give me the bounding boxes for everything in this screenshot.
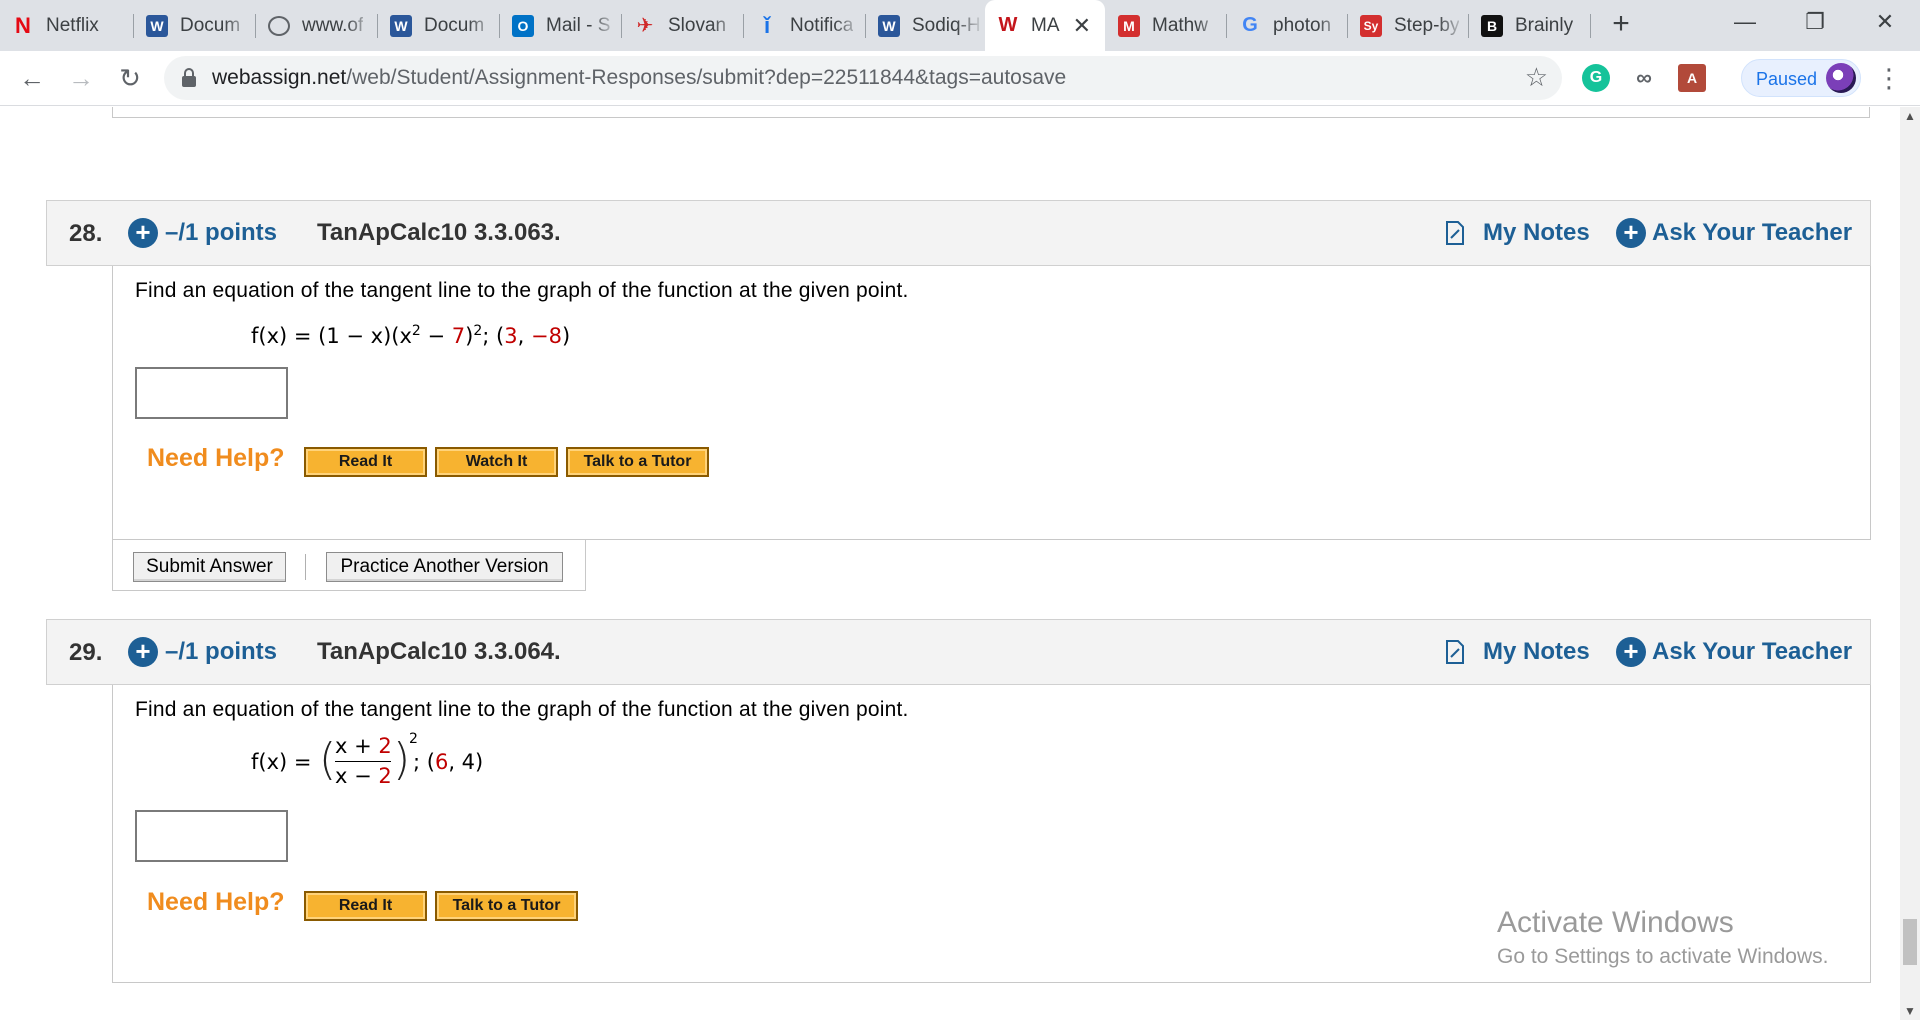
question-header-28: 28. + –/1 points TanApCalc10 3.3.063. My… [46, 200, 1871, 266]
tab-document-2[interactable]: W Docum [378, 0, 496, 51]
tab-mail[interactable]: O Mail - S [500, 0, 618, 51]
lock-icon [182, 68, 196, 88]
question-body-28: Find an equation of the tangent line to … [112, 266, 1871, 540]
plus-circle-icon[interactable]: + [128, 637, 158, 667]
watch-it-button[interactable]: Watch It [435, 447, 558, 477]
avatar [1826, 63, 1856, 93]
brainly-icon: B [1481, 14, 1503, 37]
answer-input[interactable] [135, 810, 288, 862]
question-prompt: Find an equation of the tangent line to … [135, 279, 909, 302]
points-link[interactable]: –/1 points [165, 638, 277, 666]
profile-button[interactable]: Paused [1741, 59, 1861, 97]
need-help-label: Need Help? [147, 444, 285, 472]
word-icon: W [390, 14, 412, 37]
page-content: 28. + –/1 points TanApCalc10 3.3.063. My… [0, 107, 1900, 1020]
tab-webassign-active[interactable]: W MA ✕ [985, 0, 1105, 51]
tab-notifications[interactable]: ǐ Notifica [744, 0, 862, 51]
netflix-icon: N [15, 12, 31, 38]
question-code: TanApCalc10 3.3.063. [317, 219, 561, 246]
tab-document-1[interactable]: W Docum [134, 0, 252, 51]
my-notes-link[interactable]: My Notes [1483, 638, 1590, 666]
answer-input[interactable] [135, 367, 288, 419]
word-icon: W [878, 14, 900, 37]
read-it-button[interactable]: Read It [304, 891, 427, 921]
read-it-button[interactable]: Read It [304, 447, 427, 477]
browser-window: N Netflix W Docum www.of W Docum O Mail … [0, 0, 1920, 1020]
close-window-button[interactable]: ✕ [1850, 0, 1920, 44]
question-number: 29. [69, 639, 103, 666]
bookmark-star-icon[interactable]: ☆ [1525, 62, 1548, 93]
ask-teacher-plus-icon[interactable]: + [1616, 218, 1646, 248]
points-link[interactable]: –/1 points [165, 219, 277, 247]
pdf-extension-icon[interactable]: A [1678, 64, 1706, 92]
profile-status: Paused [1756, 69, 1818, 89]
new-tab-button[interactable]: + [1604, 8, 1638, 42]
my-notes-link[interactable]: My Notes [1483, 219, 1590, 247]
tab-slovan[interactable]: ✈ Slovan [622, 0, 740, 51]
grammarly-icon[interactable]: G [1582, 64, 1610, 92]
browser-toolbar: ← → ↻ webassign.net/web/Student/Assignme… [0, 51, 1920, 106]
previous-question-box [112, 107, 1870, 118]
question-code: TanApCalc10 3.3.064. [317, 638, 561, 665]
google-icon: G [1242, 14, 1258, 36]
notes-icon[interactable] [1445, 640, 1465, 664]
question-header-29: 29. + –/1 points TanApCalc10 3.3.064. My… [46, 619, 1871, 685]
scroll-up-arrow-icon[interactable]: ▲ [1904, 109, 1916, 123]
question-number: 28. [69, 220, 103, 247]
submit-area: Submit Answer Practice Another Version [112, 540, 586, 591]
vertical-scrollbar[interactable]: ▲ ▼ [1900, 107, 1920, 1020]
tab-mathway[interactable]: M Mathw [1106, 0, 1224, 51]
scroll-down-arrow-icon[interactable]: ▼ [1904, 1004, 1916, 1018]
reload-button[interactable]: ↻ [112, 61, 148, 97]
word-icon: W [146, 14, 168, 37]
close-tab-icon[interactable]: ✕ [1073, 13, 1091, 39]
slovan-icon: ✈ [636, 15, 654, 37]
url-text[interactable]: webassign.net/web/Student/Assignment-Res… [212, 66, 1066, 90]
ask-teacher-plus-icon[interactable]: + [1616, 637, 1646, 667]
tab-netflix[interactable]: N Netflix [0, 0, 126, 51]
tab-www[interactable]: www.of [256, 0, 374, 51]
tab-strip: N Netflix W Docum www.of W Docum O Mail … [0, 0, 1920, 51]
tab-sodiq[interactable]: W Sodiq-H [866, 0, 984, 51]
back-button[interactable]: ← [14, 61, 50, 97]
info-icon: ǐ [763, 12, 771, 38]
plus-circle-icon[interactable]: + [128, 218, 158, 248]
question-prompt: Find an equation of the tangent line to … [135, 698, 909, 721]
talk-to-tutor-button[interactable]: Talk to a Tutor [566, 447, 709, 477]
minimize-button[interactable]: — [1710, 0, 1780, 44]
activate-windows-title: Activate Windows [1497, 906, 1734, 939]
tab-photon[interactable]: G photon [1227, 0, 1345, 51]
submit-answer-button[interactable]: Submit Answer [133, 552, 286, 582]
forward-button[interactable]: → [63, 61, 99, 97]
restore-button[interactable]: ❐ [1780, 0, 1850, 44]
need-help-label: Need Help? [147, 888, 285, 916]
webassign-icon: W [998, 14, 1018, 36]
mathway-icon: M [1118, 14, 1140, 37]
talk-to-tutor-button[interactable]: Talk to a Tutor [435, 891, 578, 921]
practice-another-version-button[interactable]: Practice Another Version [326, 552, 563, 582]
menu-icon[interactable]: ⋮ [1876, 63, 1902, 94]
function-formula: f(x) = (1 − x)(x2 − 7)2; (3, −8) [251, 323, 571, 348]
ask-teacher-link[interactable]: Ask Your Teacher [1652, 219, 1852, 247]
tab-brainly[interactable]: B Brainly [1469, 0, 1587, 51]
symbolab-icon: Sy [1360, 14, 1382, 37]
outlook-icon: O [512, 14, 534, 37]
scroll-thumb[interactable] [1903, 919, 1917, 965]
address-bar[interactable]: webassign.net/web/Student/Assignment-Res… [164, 56, 1562, 100]
ask-teacher-link[interactable]: Ask Your Teacher [1652, 638, 1852, 666]
globe-icon [268, 15, 290, 36]
infinity-extension-icon[interactable]: ∞ [1630, 64, 1658, 92]
activate-windows-subtitle: Go to Settings to activate Windows. [1497, 945, 1829, 968]
notes-icon[interactable] [1445, 221, 1465, 245]
tab-step-by[interactable]: Sy Step-by [1348, 0, 1466, 51]
